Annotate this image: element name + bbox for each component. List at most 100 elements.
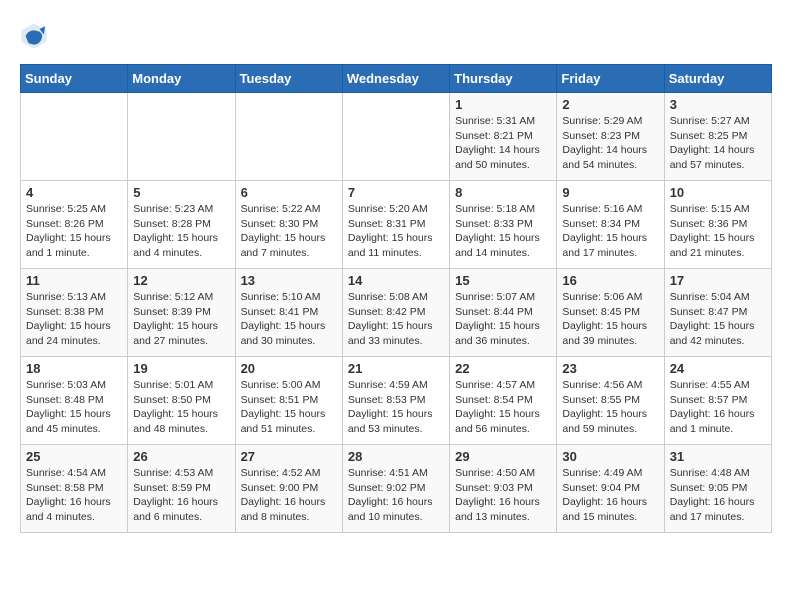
- calendar-cell: 4 Sunrise: 5:25 AM Sunset: 8:26 PM Daylig…: [21, 181, 128, 269]
- day-number: 15: [455, 273, 551, 288]
- day-detail: Sunrise: 4:50 AM Sunset: 9:03 PM Dayligh…: [455, 466, 551, 525]
- calendar-cell: 14 Sunrise: 5:08 AM Sunset: 8:42 PM Dayli…: [342, 269, 449, 357]
- calendar-week-row: 4 Sunrise: 5:25 AM Sunset: 8:26 PM Daylig…: [21, 181, 772, 269]
- day-detail: Sunrise: 4:55 AM Sunset: 8:57 PM Dayligh…: [670, 378, 766, 437]
- day-detail: Sunrise: 5:06 AM Sunset: 8:45 PM Dayligh…: [562, 290, 658, 349]
- day-number: 2: [562, 97, 658, 112]
- calendar-cell: 30 Sunrise: 4:49 AM Sunset: 9:04 PM Dayli…: [557, 445, 664, 533]
- calendar-cell: [21, 93, 128, 181]
- calendar-cell: 6Sunrise: 5:22 AM Sunset: 8:30 PM Daylig…: [235, 181, 342, 269]
- calendar-cell: 21 Sunrise: 4:59 AM Sunset: 8:53 PM Dayli…: [342, 357, 449, 445]
- calendar-cell: 8Sunrise: 5:18 AM Sunset: 8:33 PM Daylig…: [450, 181, 557, 269]
- calendar-cell: 2 Sunrise: 5:29 AM Sunset: 8:23 PM Daylig…: [557, 93, 664, 181]
- day-detail: Sunrise: 4:54 AM Sunset: 8:58 PM Dayligh…: [26, 466, 122, 525]
- day-number: 5: [133, 185, 229, 200]
- day-number: 7: [348, 185, 444, 200]
- day-detail: Sunrise: 5:13 AM Sunset: 8:38 PM Dayligh…: [26, 290, 122, 349]
- calendar-cell: 9 Sunrise: 5:16 AM Sunset: 8:34 PM Daylig…: [557, 181, 664, 269]
- weekday-header: Friday: [557, 65, 664, 93]
- day-number: 10: [670, 185, 766, 200]
- day-number: 31: [670, 449, 766, 464]
- calendar-cell: 1 Sunrise: 5:31 AM Sunset: 8:21 PM Daylig…: [450, 93, 557, 181]
- day-number: 20: [241, 361, 337, 376]
- day-number: 3: [670, 97, 766, 112]
- day-number: 12: [133, 273, 229, 288]
- calendar-cell: 26 Sunrise: 4:53 AM Sunset: 8:59 PM Dayli…: [128, 445, 235, 533]
- calendar-cell: [342, 93, 449, 181]
- day-number: 9: [562, 185, 658, 200]
- day-detail: Sunrise: 4:57 AM Sunset: 8:54 PM Dayligh…: [455, 378, 551, 437]
- calendar-cell: 27 Sunrise: 4:52 AM Sunset: 9:00 PM Dayli…: [235, 445, 342, 533]
- day-detail: Sunrise: 4:48 AM Sunset: 9:05 PM Dayligh…: [670, 466, 766, 525]
- day-number: 13: [241, 273, 337, 288]
- day-number: 21: [348, 361, 444, 376]
- day-number: 19: [133, 361, 229, 376]
- weekday-header: Sunday: [21, 65, 128, 93]
- calendar-cell: 13 Sunrise: 5:10 AM Sunset: 8:41 PM Dayli…: [235, 269, 342, 357]
- calendar-cell: 20 Sunrise: 5:00 AM Sunset: 8:51 PM Dayli…: [235, 357, 342, 445]
- calendar-cell: 3 Sunrise: 5:27 AM Sunset: 8:25 PM Daylig…: [664, 93, 771, 181]
- calendar-cell: 10Sunrise: 5:15 AM Sunset: 8:36 PM Dayli…: [664, 181, 771, 269]
- day-detail: Sunrise: 5:20 AM Sunset: 8:31 PM Dayligh…: [348, 202, 444, 261]
- day-number: 24: [670, 361, 766, 376]
- day-number: 11: [26, 273, 122, 288]
- weekday-header: Saturday: [664, 65, 771, 93]
- calendar-body: 1 Sunrise: 5:31 AM Sunset: 8:21 PM Daylig…: [21, 93, 772, 533]
- day-number: 6: [241, 185, 337, 200]
- day-detail: Sunrise: 4:56 AM Sunset: 8:55 PM Dayligh…: [562, 378, 658, 437]
- weekday-header: Tuesday: [235, 65, 342, 93]
- calendar-cell: 24 Sunrise: 4:55 AM Sunset: 8:57 PM Dayli…: [664, 357, 771, 445]
- calendar-cell: 22 Sunrise: 4:57 AM Sunset: 8:54 PM Dayli…: [450, 357, 557, 445]
- weekday-header: Monday: [128, 65, 235, 93]
- calendar-cell: [235, 93, 342, 181]
- day-detail: Sunrise: 5:27 AM Sunset: 8:25 PM Dayligh…: [670, 114, 766, 173]
- day-detail: Sunrise: 4:51 AM Sunset: 9:02 PM Dayligh…: [348, 466, 444, 525]
- day-detail: Sunrise: 5:07 AM Sunset: 8:44 PM Dayligh…: [455, 290, 551, 349]
- calendar-cell: 18 Sunrise: 5:03 AM Sunset: 8:48 PM Dayli…: [21, 357, 128, 445]
- weekday-header: Thursday: [450, 65, 557, 93]
- day-detail: Sunrise: 4:59 AM Sunset: 8:53 PM Dayligh…: [348, 378, 444, 437]
- day-number: 28: [348, 449, 444, 464]
- calendar-cell: 31 Sunrise: 4:48 AM Sunset: 9:05 PM Dayli…: [664, 445, 771, 533]
- calendar-cell: 29Sunrise: 4:50 AM Sunset: 9:03 PM Dayli…: [450, 445, 557, 533]
- day-number: 30: [562, 449, 658, 464]
- day-number: 1: [455, 97, 551, 112]
- day-detail: Sunrise: 5:00 AM Sunset: 8:51 PM Dayligh…: [241, 378, 337, 437]
- day-number: 17: [670, 273, 766, 288]
- calendar-cell: [128, 93, 235, 181]
- calendar-week-row: 18 Sunrise: 5:03 AM Sunset: 8:48 PM Dayli…: [21, 357, 772, 445]
- day-detail: Sunrise: 5:03 AM Sunset: 8:48 PM Dayligh…: [26, 378, 122, 437]
- calendar-week-row: 25 Sunrise: 4:54 AM Sunset: 8:58 PM Dayli…: [21, 445, 772, 533]
- day-detail: Sunrise: 4:53 AM Sunset: 8:59 PM Dayligh…: [133, 466, 229, 525]
- calendar-cell: 25 Sunrise: 4:54 AM Sunset: 8:58 PM Dayli…: [21, 445, 128, 533]
- day-number: 27: [241, 449, 337, 464]
- day-detail: Sunrise: 5:16 AM Sunset: 8:34 PM Dayligh…: [562, 202, 658, 261]
- day-number: 22: [455, 361, 551, 376]
- calendar-week-row: 1 Sunrise: 5:31 AM Sunset: 8:21 PM Daylig…: [21, 93, 772, 181]
- calendar-cell: 15 Sunrise: 5:07 AM Sunset: 8:44 PM Dayli…: [450, 269, 557, 357]
- day-number: 26: [133, 449, 229, 464]
- calendar-cell: 11 Sunrise: 5:13 AM Sunset: 8:38 PM Dayli…: [21, 269, 128, 357]
- day-detail: Sunrise: 4:49 AM Sunset: 9:04 PM Dayligh…: [562, 466, 658, 525]
- weekday-header: Wednesday: [342, 65, 449, 93]
- day-detail: Sunrise: 5:08 AM Sunset: 8:42 PM Dayligh…: [348, 290, 444, 349]
- day-number: 18: [26, 361, 122, 376]
- day-number: 14: [348, 273, 444, 288]
- calendar-cell: 19 Sunrise: 5:01 AM Sunset: 8:50 PM Dayli…: [128, 357, 235, 445]
- day-detail: Sunrise: 4:52 AM Sunset: 9:00 PM Dayligh…: [241, 466, 337, 525]
- calendar-table: SundayMondayTuesdayWednesdayThursdayFrid…: [20, 64, 772, 533]
- day-detail: Sunrise: 5:12 AM Sunset: 8:39 PM Dayligh…: [133, 290, 229, 349]
- day-detail: Sunrise: 5:25 AM Sunset: 8:26 PM Dayligh…: [26, 202, 122, 261]
- day-detail: Sunrise: 5:31 AM Sunset: 8:21 PM Dayligh…: [455, 114, 551, 173]
- calendar-cell: 23Sunrise: 4:56 AM Sunset: 8:55 PM Dayli…: [557, 357, 664, 445]
- day-detail: Sunrise: 5:29 AM Sunset: 8:23 PM Dayligh…: [562, 114, 658, 173]
- day-detail: Sunrise: 5:01 AM Sunset: 8:50 PM Dayligh…: [133, 378, 229, 437]
- day-detail: Sunrise: 5:10 AM Sunset: 8:41 PM Dayligh…: [241, 290, 337, 349]
- page-header: [20, 20, 772, 48]
- weekday-row: SundayMondayTuesdayWednesdayThursdayFrid…: [21, 65, 772, 93]
- calendar-header: SundayMondayTuesdayWednesdayThursdayFrid…: [21, 65, 772, 93]
- day-detail: Sunrise: 5:18 AM Sunset: 8:33 PM Dayligh…: [455, 202, 551, 261]
- logo-icon: [20, 22, 48, 50]
- day-number: 25: [26, 449, 122, 464]
- day-number: 4: [26, 185, 122, 200]
